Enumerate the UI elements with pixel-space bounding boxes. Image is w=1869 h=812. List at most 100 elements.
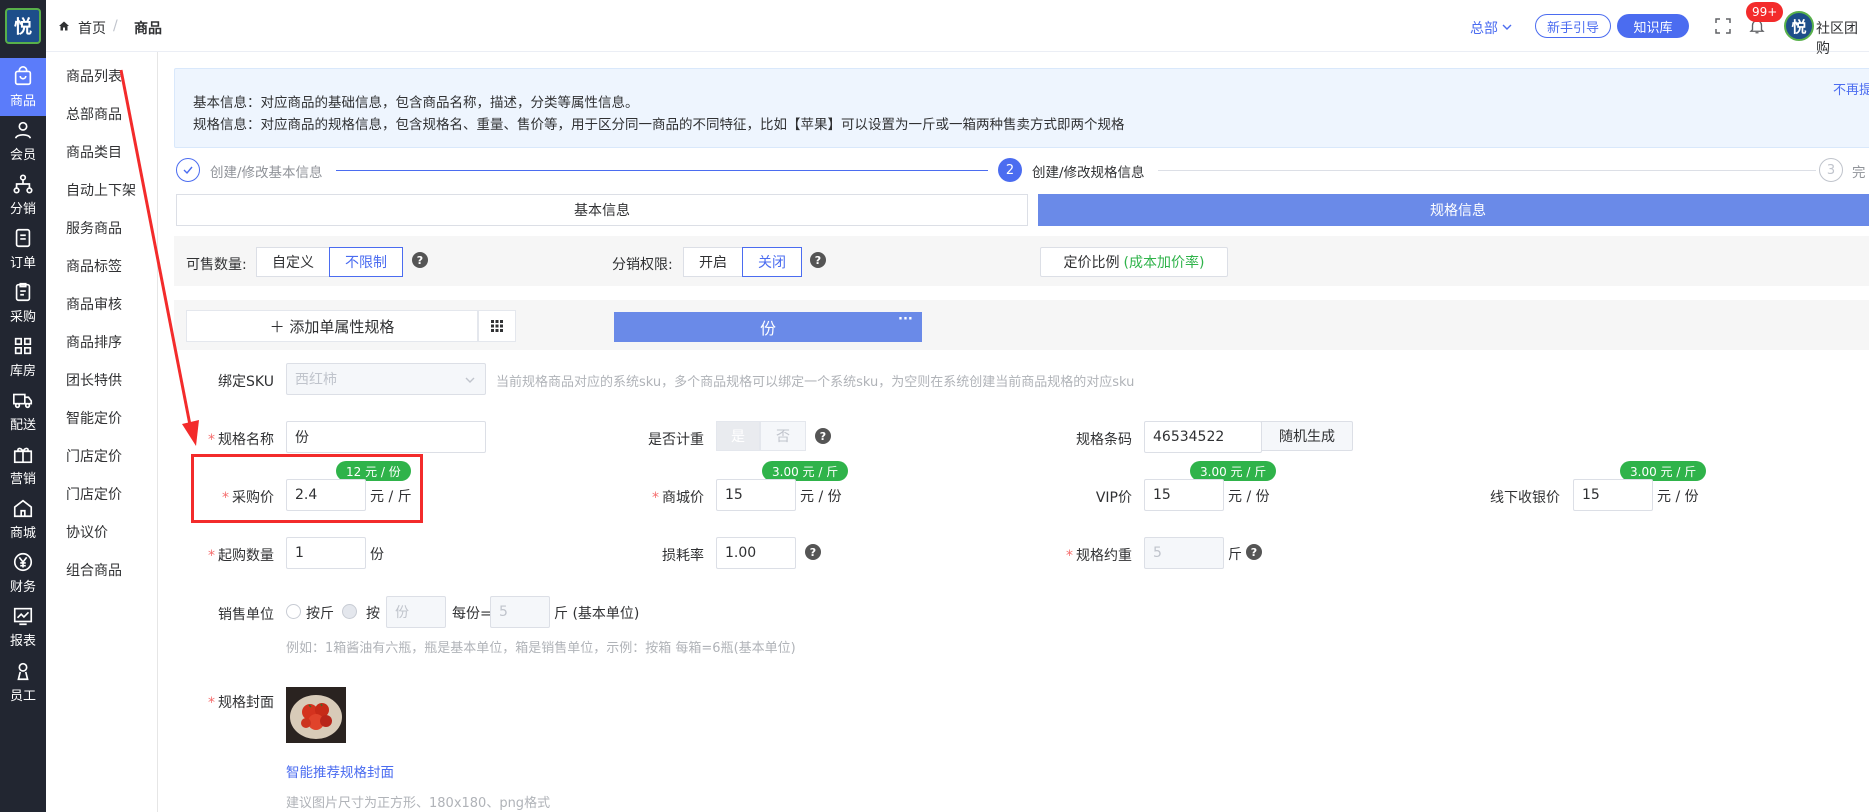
chart-icon xyxy=(13,607,33,626)
sellable-unlimited-button[interactable]: 不限制 xyxy=(329,247,403,277)
submenu-item[interactable]: 商品类目 xyxy=(66,142,122,162)
sales-unit-label: 销售单位 xyxy=(218,607,274,623)
spec-more-icon[interactable]: ··· xyxy=(898,312,913,327)
dismiss-link[interactable]: 不再提 xyxy=(1833,79,1869,98)
help-icon[interactable]: ? xyxy=(412,252,428,268)
chevron-down-icon xyxy=(1502,24,1512,30)
rail-item-staff[interactable]: 员工 xyxy=(0,652,46,712)
knowledge-base-button[interactable]: 知识库 xyxy=(1617,14,1689,38)
submenu-item[interactable]: 商品列表 xyxy=(66,66,122,86)
min-qty-unit: 份 xyxy=(370,547,384,563)
submenu-item[interactable]: 门店定价 xyxy=(66,484,122,504)
loss-rate-input[interactable]: 1.00 xyxy=(716,537,796,569)
rail-item-report[interactable]: 报表 xyxy=(0,598,46,656)
help-icon[interactable]: ? xyxy=(810,252,826,268)
step-2-active: 2 xyxy=(998,158,1022,182)
recommend-cover-link[interactable]: 智能推荐规格封面 xyxy=(286,761,394,781)
rail-item-order[interactable]: 订单 xyxy=(0,220,46,278)
pricing-ratio-label: 定价比例 xyxy=(1063,255,1120,271)
per-label: 每份= xyxy=(452,606,492,622)
app-logo[interactable]: 悦 xyxy=(5,8,41,44)
help-icon[interactable]: ? xyxy=(1246,544,1262,560)
spec-grid-button[interactable] xyxy=(478,310,516,342)
submenu-item[interactable]: 智能定价 xyxy=(66,408,122,428)
offline-price-badge: 3.00 元 / 斤 xyxy=(1620,461,1707,481)
unit-by-jin-radio[interactable] xyxy=(286,604,301,619)
mall-price-input[interactable]: 15 xyxy=(716,479,796,511)
tree-icon xyxy=(13,174,33,194)
sku-hint: 当前规格商品对应的系统sku，多个商品规格可以绑定一个系统sku，为空则在系统创… xyxy=(496,375,1135,390)
sales-unit-input[interactable]: 份 xyxy=(386,596,446,628)
sales-unit-hint: 例如：1箱酱油有六瓶，瓶是基本单位，箱是销售单位，示例：按箱 每箱=6瓶(基本单… xyxy=(286,641,796,656)
weigh-yes-button[interactable]: 是 xyxy=(716,421,760,451)
rail-item-warehouse[interactable]: 库房 xyxy=(0,328,46,386)
rail-item-purchase[interactable]: 采购 xyxy=(0,274,46,332)
submenu-item[interactable]: 组合商品 xyxy=(66,560,122,580)
sku-select[interactable]: 西红柿 xyxy=(286,363,486,395)
bag-icon xyxy=(14,66,32,86)
submenu-item[interactable]: 总部商品 xyxy=(66,104,122,124)
barcode-input[interactable]: 46534522 xyxy=(1144,421,1262,453)
distribution-label: 分销权限: xyxy=(612,257,673,273)
help-icon[interactable]: ? xyxy=(815,428,831,444)
home-icon xyxy=(13,499,33,518)
pricing-ratio-button[interactable]: 定价比例 (成本加价率) xyxy=(1040,247,1228,277)
step-2-label: 创建/修改规格信息 xyxy=(1032,165,1145,181)
rail-item-goods[interactable]: 商品 xyxy=(0,58,46,116)
rail-item-finance[interactable]: 财务 xyxy=(0,544,46,602)
tab-spec-info[interactable]: 规格信息 xyxy=(1038,194,1869,226)
submenu-item[interactable]: 商品排序 xyxy=(66,332,122,352)
submenu-item[interactable]: 商品标签 xyxy=(66,256,122,276)
per-value-input[interactable]: 5 xyxy=(490,596,550,628)
breadcrumb-home[interactable]: 首页 xyxy=(78,18,106,38)
weigh-no-button[interactable]: 否 xyxy=(760,421,806,451)
vip-price-input[interactable]: 15 xyxy=(1144,479,1224,511)
random-barcode-button[interactable]: 随机生成 xyxy=(1261,421,1353,451)
cover-label: * 规格封面 xyxy=(208,695,274,711)
submenu-item[interactable]: 团长特供 xyxy=(66,370,122,390)
tab-basic-info[interactable]: 基本信息 xyxy=(176,194,1028,226)
rail-item-marketing[interactable]: 营销 xyxy=(0,436,46,494)
spec-tab-active[interactable]: 份 xyxy=(614,312,922,342)
unit-by-custom-radio[interactable] xyxy=(342,604,357,619)
loss-rate-label: 损耗率 xyxy=(662,548,704,564)
submenu-item[interactable]: 自动上下架 xyxy=(66,180,136,200)
sellable-custom-button[interactable]: 自定义 xyxy=(256,247,330,277)
offline-price-input[interactable]: 15 xyxy=(1573,479,1653,511)
vip-price-unit: 元 / 份 xyxy=(1228,489,1270,505)
guide-button[interactable]: 新手引导 xyxy=(1535,14,1611,38)
distribution-off-button[interactable]: 关闭 xyxy=(742,247,802,277)
submenu-item[interactable]: 门店定价 xyxy=(66,446,122,466)
rail-item-mall[interactable]: 商城 xyxy=(0,490,46,548)
yen-icon xyxy=(13,552,33,572)
doc-icon xyxy=(15,228,31,248)
cover-image[interactable] xyxy=(286,687,346,743)
user-name[interactable]: 社区团购 xyxy=(1816,18,1869,58)
submenu-item[interactable]: 服务商品 xyxy=(66,218,122,238)
rail-item-member[interactable]: 会员 xyxy=(0,112,46,170)
rail-label: 员工 xyxy=(9,689,36,704)
min-qty-input[interactable]: 1 xyxy=(286,537,366,569)
check-icon xyxy=(183,166,193,175)
spec-name-input[interactable]: 份 xyxy=(286,421,486,453)
submenu-item[interactable]: 商品审核 xyxy=(66,294,122,314)
min-qty-label: * 起购数量 xyxy=(208,548,274,564)
avatar[interactable]: 悦 xyxy=(1784,11,1814,41)
fullscreen-icon[interactable] xyxy=(1715,18,1731,34)
submenu-item[interactable]: 协议价 xyxy=(66,522,108,542)
step-3: 3 xyxy=(1819,158,1843,182)
info-line: 规格信息：对应商品的规格信息，包含规格名、重量、售价等，用于区分同一商品的不同特… xyxy=(193,117,1125,133)
info-banner: 基本信息：对应商品的基础信息，包含商品名称，描述，分类等属性信息。 规格信息：对… xyxy=(174,68,1869,148)
rail-label: 分销 xyxy=(9,202,36,217)
distribution-on-button[interactable]: 开启 xyxy=(683,247,743,277)
gift-icon xyxy=(13,447,33,464)
rail-item-delivery[interactable]: 配送 xyxy=(0,382,46,440)
sku-value: 西红柿 xyxy=(295,372,337,388)
help-icon[interactable]: ? xyxy=(805,544,821,560)
dots-grid-icon xyxy=(491,320,503,332)
step-line xyxy=(336,170,988,171)
approx-weight-input[interactable]: 5 xyxy=(1144,537,1224,569)
add-spec-button[interactable]: ＋ 添加单属性规格 xyxy=(186,310,478,342)
org-selector[interactable]: 总部 xyxy=(1470,18,1498,38)
rail-item-distribution[interactable]: 分销 xyxy=(0,166,46,224)
